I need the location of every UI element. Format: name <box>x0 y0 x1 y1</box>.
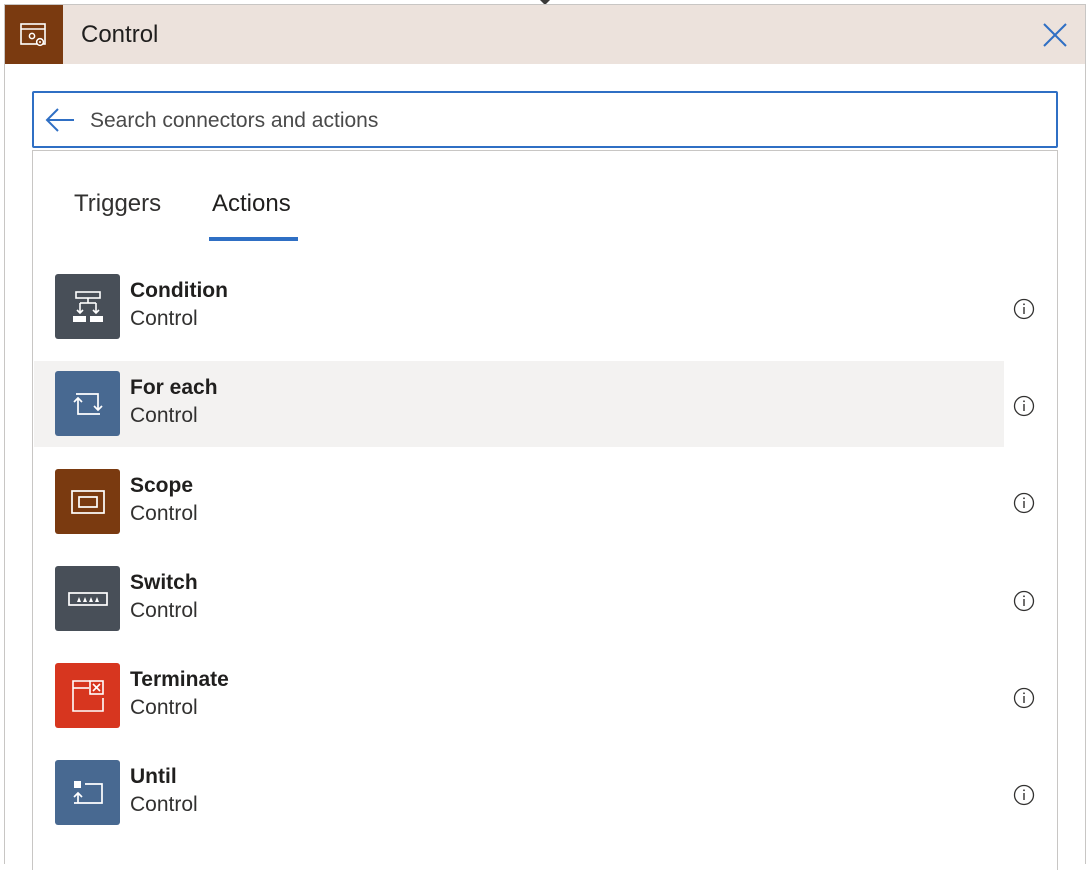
info-icon[interactable] <box>1012 783 1036 807</box>
terminate-icon <box>55 663 120 728</box>
action-name: Condition <box>130 279 228 302</box>
action-name: For each <box>130 376 218 399</box>
info-icon[interactable] <box>1012 491 1036 515</box>
condition-icon <box>55 274 120 339</box>
action-connector: Control <box>130 696 198 719</box>
action-item-scope[interactable]: Scope Control <box>34 459 1004 545</box>
action-connector: Control <box>130 502 198 525</box>
action-name: Terminate <box>130 668 229 691</box>
tab-triggers[interactable]: Triggers <box>74 188 161 220</box>
back-arrow-icon[interactable] <box>44 105 76 135</box>
info-icon[interactable] <box>1012 394 1036 418</box>
search-box <box>32 91 1058 148</box>
loop-icon <box>55 371 120 436</box>
action-item-terminate[interactable]: Terminate Control <box>34 653 1004 739</box>
header-title: Control <box>81 21 159 48</box>
scope-icon <box>55 469 120 534</box>
until-icon <box>55 760 120 825</box>
control-gear-icon <box>5 5 63 64</box>
action-name: Switch <box>130 571 198 594</box>
tab-actions[interactable]: Actions <box>212 188 291 220</box>
action-item-for-each[interactable]: For each Control <box>34 361 1004 447</box>
action-name: Until <box>130 765 177 788</box>
action-item-condition[interactable]: Condition Control <box>34 264 1004 350</box>
action-item-switch[interactable]: Switch Control <box>34 556 1004 642</box>
info-icon[interactable] <box>1012 686 1036 710</box>
action-connector: Control <box>130 793 198 816</box>
info-icon[interactable] <box>1012 589 1036 613</box>
action-connector: Control <box>130 404 198 427</box>
connector-header: Control <box>5 5 1085 64</box>
action-item-until[interactable]: Until Control <box>34 750 1004 836</box>
action-connector: Control <box>130 599 198 622</box>
action-connector: Control <box>130 307 198 330</box>
search-input[interactable] <box>88 105 1032 137</box>
action-name: Scope <box>130 474 194 497</box>
switch-icon <box>55 566 120 631</box>
info-icon[interactable] <box>1012 297 1036 321</box>
close-icon[interactable] <box>1039 19 1071 51</box>
active-tab-indicator <box>209 237 298 241</box>
